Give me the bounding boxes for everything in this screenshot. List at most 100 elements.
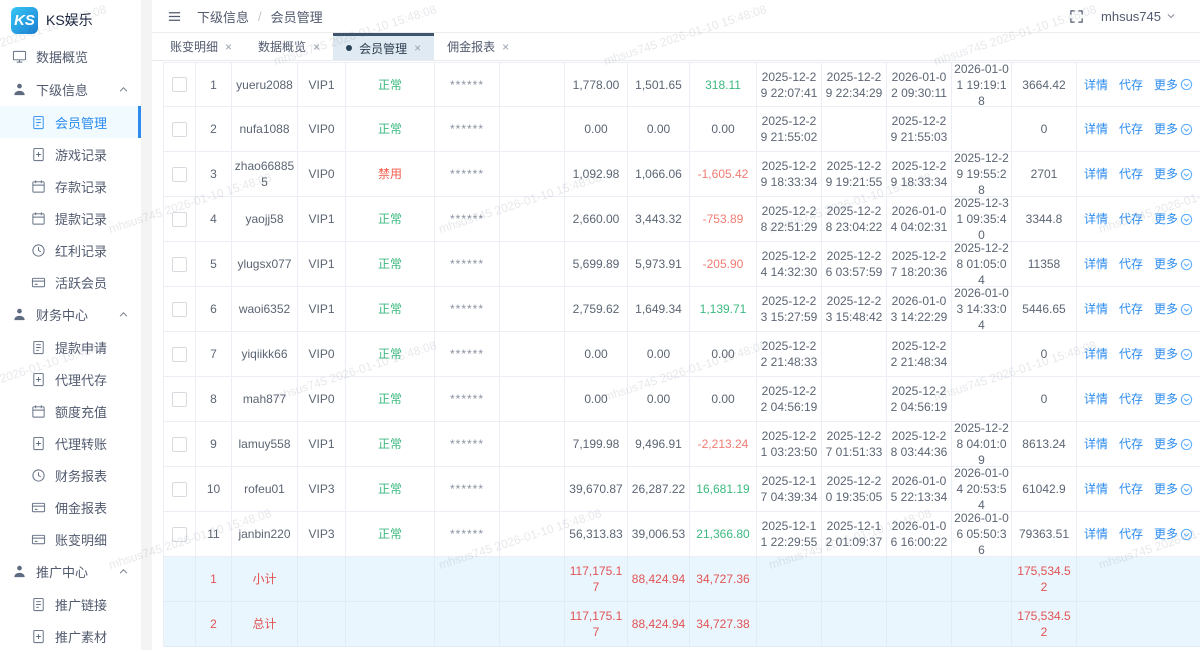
close-icon[interactable]: × — [502, 40, 509, 54]
action-more[interactable]: 更多 — [1154, 301, 1193, 317]
sidebar-item-promotion-links[interactable]: 推广链接 — [0, 588, 141, 620]
action-agent-deposit[interactable]: 代存 — [1119, 256, 1143, 272]
action-details[interactable]: 详情 — [1084, 301, 1108, 317]
status-badge: 正常 — [378, 346, 402, 362]
action-details[interactable]: 详情 — [1084, 211, 1108, 227]
sidebar-item-game-records[interactable]: 游戏记录 — [0, 138, 141, 170]
cell-checkbox — [163, 422, 196, 467]
datetime-text: 2026-01-05 22:13:34 — [889, 473, 949, 505]
action-more[interactable]: 更多 — [1154, 346, 1193, 362]
action-details[interactable]: 详情 — [1084, 166, 1108, 182]
tab-account-changes[interactable]: 账变明细× — [157, 33, 245, 60]
action-agent-deposit[interactable]: 代存 — [1119, 391, 1143, 407]
row-index: 6 — [210, 301, 217, 317]
action-agent-deposit[interactable]: 代存 — [1119, 436, 1143, 452]
action-agent-deposit[interactable]: 代存 — [1119, 77, 1143, 93]
action-more[interactable]: 更多 — [1154, 77, 1193, 93]
row-checkbox[interactable] — [172, 392, 187, 407]
sidebar-item-finance-center[interactable]: 财务中心 — [0, 298, 141, 331]
fullscreen-icon[interactable] — [1069, 9, 1084, 24]
row-checkbox[interactable] — [172, 122, 187, 137]
action-details[interactable]: 详情 — [1084, 526, 1108, 542]
datetime-text: 2026-01-04 04:02:31 — [889, 203, 949, 235]
action-more[interactable]: 更多 — [1154, 166, 1193, 182]
sidebar-item-agent-deposit[interactable]: 代理代存 — [0, 363, 141, 395]
sidebar-item-subordinate-info[interactable]: 下级信息 — [0, 73, 141, 106]
row-checkbox[interactable] — [172, 167, 187, 182]
sidebar-item-withdrawal-request[interactable]: 提款申请 — [0, 331, 141, 363]
sidebar-item-active-members[interactable]: 活跃会员 — [0, 266, 141, 298]
action-more[interactable]: 更多 — [1154, 391, 1193, 407]
action-more[interactable]: 更多 — [1154, 256, 1193, 272]
close-icon[interactable]: × — [414, 41, 421, 55]
close-icon[interactable]: × — [225, 40, 232, 54]
row-checkbox[interactable] — [172, 347, 187, 362]
row-checkbox[interactable] — [172, 77, 187, 92]
sidebar-item-bonus-records[interactable]: 红利记录 — [0, 234, 141, 266]
cell-bet-amount: 39,006.53 — [628, 512, 690, 557]
sidebar-scrollbar[interactable] — [141, 0, 152, 650]
action-details[interactable]: 详情 — [1084, 346, 1108, 362]
action-agent-deposit[interactable]: 代存 — [1119, 346, 1143, 362]
row-checkbox[interactable] — [172, 437, 187, 452]
sidebar-item-commission-report[interactable]: 佣金报表 — [0, 491, 141, 523]
total-text: 8613.24 — [1022, 436, 1065, 452]
username-text: zhao668855 — [234, 158, 295, 190]
sidebar-item-agent-transfer[interactable]: 代理转账 — [0, 427, 141, 459]
row-checkbox[interactable] — [172, 257, 187, 272]
row-checkbox[interactable] — [172, 302, 187, 317]
action-more[interactable]: 更多 — [1154, 121, 1193, 137]
action-label: 更多 — [1154, 301, 1178, 317]
action-agent-deposit[interactable]: 代存 — [1119, 166, 1143, 182]
user-menu[interactable]: mhsus745 — [1101, 9, 1176, 24]
action-details[interactable]: 详情 — [1084, 391, 1108, 407]
sidebar-item-quota-recharge[interactable]: 额度充值 — [0, 395, 141, 427]
action-agent-deposit[interactable]: 代存 — [1119, 481, 1143, 497]
row-index: 2 — [210, 121, 217, 137]
cell-date-3 — [887, 557, 952, 602]
sidebar-item-member-management[interactable]: 会员管理 — [0, 106, 141, 138]
app-logo[interactable]: KS KS娱乐 — [0, 0, 141, 40]
sidebar-item-withdrawal-records[interactable]: 提款记录 — [0, 202, 141, 234]
tab-data-overview[interactable]: 数据概览× — [245, 33, 333, 60]
action-details[interactable]: 详情 — [1084, 256, 1108, 272]
sidebar-item-deposit-records[interactable]: 存款记录 — [0, 170, 141, 202]
summary-profit: 34,727.36 — [696, 571, 749, 587]
cell-checkbox — [163, 107, 196, 152]
action-details[interactable]: 详情 — [1084, 436, 1108, 452]
more-chevron-icon — [1180, 213, 1193, 226]
sidebar-item-account-changes[interactable]: 账变明细 — [0, 523, 141, 555]
breadcrumb-parent[interactable]: 下级信息 — [197, 7, 249, 26]
action-agent-deposit[interactable]: 代存 — [1119, 211, 1143, 227]
row-checkbox[interactable] — [172, 212, 187, 227]
tab-commission-report[interactable]: 佣金报表× — [434, 33, 522, 60]
cell-bet-amount: 1,501.65 — [628, 62, 690, 107]
close-icon[interactable]: × — [313, 40, 320, 54]
action-details[interactable]: 详情 — [1084, 481, 1108, 497]
action-details[interactable]: 详情 — [1084, 121, 1108, 137]
cell-bet-amount: 0.00 — [628, 377, 690, 422]
action-agent-deposit[interactable]: 代存 — [1119, 121, 1143, 137]
balance-text: 7,199.98 — [573, 436, 620, 452]
sidebar-item-data-overview[interactable]: 数据概览 — [0, 40, 141, 73]
sidebar-item-finance-report[interactable]: 财务报表 — [0, 459, 141, 491]
sidebar-item-promotion-center[interactable]: 推广中心 — [0, 555, 141, 588]
row-checkbox[interactable] — [172, 482, 187, 497]
action-more[interactable]: 更多 — [1154, 481, 1193, 497]
action-more[interactable]: 更多 — [1154, 436, 1193, 452]
row-index: 3 — [210, 166, 217, 182]
status-badge: 禁用 — [378, 166, 402, 182]
tab-bar: 账变明细×数据概览×会员管理×佣金报表× — [152, 33, 1200, 61]
tab-member-management[interactable]: 会员管理× — [333, 33, 434, 60]
action-agent-deposit[interactable]: 代存 — [1119, 301, 1143, 317]
datetime-text: 2025-12-26 03:57:59 — [824, 248, 884, 280]
action-more[interactable]: 更多 — [1154, 211, 1193, 227]
menu-toggle-icon[interactable] — [167, 9, 182, 24]
row-checkbox[interactable] — [172, 527, 187, 542]
action-details[interactable]: 详情 — [1084, 77, 1108, 93]
sidebar-item-promotion-materials[interactable]: 推广素材 — [0, 620, 141, 652]
action-agent-deposit[interactable]: 代存 — [1119, 526, 1143, 542]
action-label: 详情 — [1084, 481, 1108, 497]
cell-date-1 — [757, 602, 822, 647]
action-more[interactable]: 更多 — [1154, 526, 1193, 542]
